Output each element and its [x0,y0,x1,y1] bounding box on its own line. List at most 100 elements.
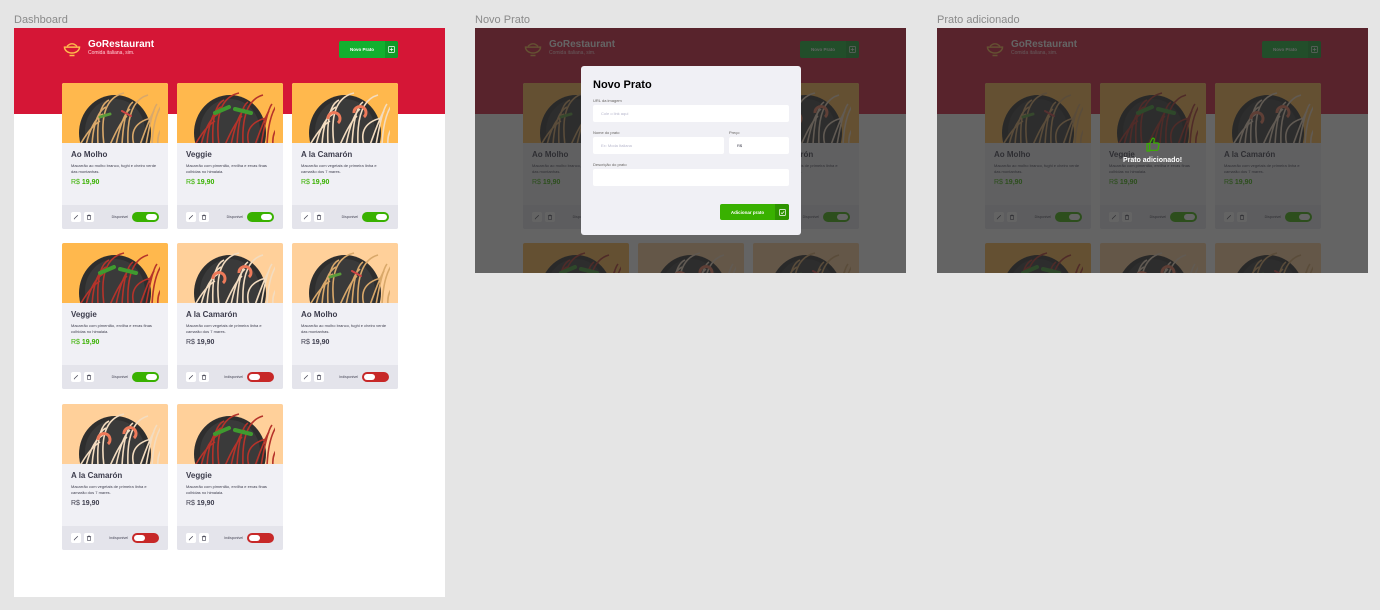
edit-button[interactable] [186,212,196,222]
pencil-icon [303,214,309,220]
availability-label: Disponível [341,215,358,219]
dish-price: R$ 19,90 [71,500,159,507]
availability-toggle[interactable] [247,533,274,543]
dish-description: Macarrão ao molho branco, fughi e cheiro… [71,163,157,174]
frame-label-prato-adicionado: Prato adicionado [937,14,1020,26]
availability-label: Indisponível [109,536,128,540]
dish-name: Ao Molho [71,150,108,159]
availability-toggle[interactable] [362,372,389,382]
new-dish-modal: Novo Prato URL da imagem Cole o link aqu… [581,66,801,235]
modal-title: Novo Prato [593,79,652,91]
dish-name: Veggie [186,471,212,480]
new-dish-button[interactable]: Novo Prato [339,41,398,58]
dish-description: Macarrão com pimentão, ervilha e ervas f… [71,323,152,334]
dish-description: Macarrão com vegetais de primeira linha … [301,163,377,174]
add-dish-button[interactable]: Adicionar prato [720,204,789,220]
price-label: Preço [729,130,740,135]
delete-button[interactable] [314,212,324,222]
delete-button[interactable] [84,212,94,222]
toggle-knob [146,374,157,380]
availability-toggle[interactable] [132,533,159,543]
availability-label: Indisponível [339,375,358,379]
trash-icon [316,214,322,220]
dish-image [177,404,283,464]
dish-card: Ao Molho Macarrão ao molho branco, fughi… [292,243,398,389]
dashboard-frame: GoRestaurant Comida italiana, sim. Novo … [14,28,445,597]
pencil-icon [303,374,309,380]
dish-description: Macarrão com vegetais de primeira linha … [71,484,147,495]
pencil-icon [73,214,79,220]
edit-button[interactable] [186,533,196,543]
image-url-input[interactable]: Cole o link aqui [593,105,789,122]
delete-button[interactable] [84,533,94,543]
dish-name: Veggie [186,150,212,159]
dish-price-value: 19,90 [311,339,330,346]
dish-price: R$ 19,90 [301,179,389,186]
plus-square-icon [385,41,398,58]
dish-price-value: 19,90 [311,179,330,186]
dish-card: A la Camarón Macarrão com vegetais de pr… [292,83,398,229]
dish-currency: R$ [71,500,80,507]
dish-price-value: 19,90 [81,339,100,346]
edit-button[interactable] [301,212,311,222]
dish-description: Macarrão com pimentão, ervilha e ervas f… [186,484,267,495]
edit-button[interactable] [71,533,81,543]
toggle-knob [146,214,157,220]
dish-price-value: 19,90 [196,339,215,346]
pencil-icon [73,535,79,541]
toggle-knob [249,374,260,380]
edit-button[interactable] [71,212,81,222]
logo: GoRestaurant Comida italiana, sim. [62,38,154,58]
dish-price: R$ 19,90 [301,339,389,346]
delete-button[interactable] [199,212,209,222]
description-input[interactable] [593,169,789,186]
availability-label: Disponível [111,375,128,379]
delete-button[interactable] [199,533,209,543]
bowl-icon [63,43,81,57]
availability-toggle[interactable] [247,372,274,382]
dish-price-value: 19,90 [81,179,100,186]
availability-label: Disponível [111,215,128,219]
price-input[interactable]: R$ [729,137,789,154]
dish-image [62,83,168,143]
availability-toggle[interactable] [362,212,389,222]
dish-description: Macarrão ao molho branco, fughi e cheiro… [301,323,387,334]
dish-image [62,404,168,464]
delete-button[interactable] [199,372,209,382]
pencil-icon [188,214,194,220]
trash-icon [86,374,92,380]
dish-price: R$ 19,90 [186,179,274,186]
availability-toggle[interactable] [132,372,159,382]
app-subtitle: Comida italiana, sim. [88,50,135,56]
delete-button[interactable] [84,372,94,382]
dish-name-input[interactable]: Ex: Moda Italiana [593,137,724,154]
toggle-knob [249,535,260,541]
toggle-knob [134,535,145,541]
trash-icon [201,535,207,541]
frame-label-dashboard: Dashboard [14,14,68,26]
dish-currency: R$ [301,339,310,346]
dish-actions: Indisponível [292,365,398,389]
toast-message: Prato adicionado! [1122,157,1183,164]
dish-actions: Indisponível [177,365,283,389]
dish-currency: R$ [301,179,310,186]
dish-currency: R$ [186,500,195,507]
edit-button[interactable] [186,372,196,382]
toggle-knob [261,214,272,220]
description-label: Descrição do prato [593,162,627,167]
image-url-label: URL da imagem [593,98,622,103]
new-dish-button-label: Novo Prato [349,47,374,52]
dish-name: A la Camarón [186,310,238,319]
trash-icon [86,535,92,541]
dish-name: Ao Molho [301,310,338,319]
dish-added-frame: GoRestaurant Comida italiana, sim. Novo … [937,28,1368,273]
dish-card: A la Camarón Macarrão com vegetais de pr… [62,404,168,550]
dish-card: Veggie Macarrão com pimentão, ervilha e … [177,404,283,550]
edit-button[interactable] [301,372,311,382]
check-square-icon [775,204,789,220]
availability-toggle[interactable] [247,212,274,222]
availability-toggle[interactable] [132,212,159,222]
dish-image [292,83,398,143]
edit-button[interactable] [71,372,81,382]
delete-button[interactable] [314,372,324,382]
